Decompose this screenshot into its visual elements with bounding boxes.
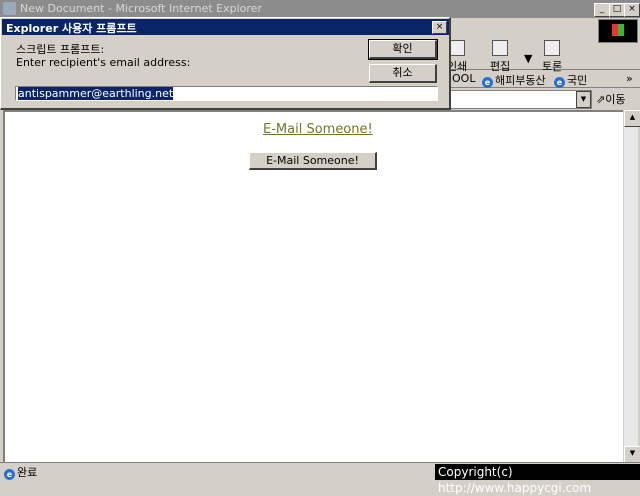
edit-dropdown-icon[interactable]: ▼ (524, 52, 532, 65)
address-input[interactable] (450, 90, 592, 109)
maximize-button[interactable]: □ (609, 3, 625, 17)
edit-button[interactable]: 편집 (490, 40, 510, 74)
discuss-icon (544, 40, 561, 56)
discuss-button[interactable]: 토론 (542, 40, 562, 74)
dialog-prompt-text: Enter recipient's email address: (16, 56, 191, 69)
ie-title-bar: New Document - Microsoft Internet Explor… (0, 0, 640, 18)
edit-icon (492, 40, 509, 56)
vertical-scrollbar[interactable]: ▲ ▼ (623, 110, 640, 463)
scroll-up-icon[interactable]: ▲ (624, 110, 640, 127)
window-close-button[interactable]: × (624, 3, 640, 17)
minimize-button[interactable]: _ (594, 3, 610, 17)
status-text: e 완료 (4, 464, 37, 480)
dialog-title-bar: Explorer 사용자 프롬프트 × (2, 19, 449, 35)
dialog-close-icon[interactable]: × (432, 21, 447, 34)
address-dropdown-icon[interactable]: ▼ (576, 91, 591, 108)
go-button[interactable]: ⇗이동 (596, 91, 625, 107)
email-input-value: antispammer@earthling.net (18, 87, 174, 100)
dialog-title: Explorer 사용자 프롬프트 (6, 22, 137, 35)
ie-page-icon: e (4, 469, 15, 480)
ie-page-icon: e (482, 77, 493, 88)
copyright-banner: Copyright(c) http://www.happycgi.com (435, 464, 640, 495)
link-happy-realty[interactable]: e 해피부동산 (482, 72, 546, 88)
go-arrow-icon: ⇗ (596, 93, 606, 106)
ie-app-icon (3, 2, 16, 15)
links-more-chevron-icon[interactable]: » (626, 72, 633, 85)
scroll-down-icon[interactable]: ▼ (624, 446, 640, 463)
window-title: New Document - Microsoft Internet Explor… (20, 2, 262, 15)
dialog-script-label: 스크립트 프롬프트: (16, 43, 105, 56)
link-partial[interactable]: OOL (452, 72, 475, 85)
ie-page-icon: e (554, 77, 565, 88)
email-someone-link[interactable]: E-Mail Someone! (263, 122, 373, 137)
cancel-button[interactable]: 취소 (369, 64, 437, 83)
print-icon (449, 40, 466, 56)
email-input[interactable]: antispammer@earthling.net (15, 86, 438, 101)
email-someone-button[interactable]: E-Mail Someone! (249, 152, 377, 170)
ok-button[interactable]: 확인 (368, 39, 438, 60)
link-kookmin[interactable]: e 국민 (554, 72, 587, 88)
